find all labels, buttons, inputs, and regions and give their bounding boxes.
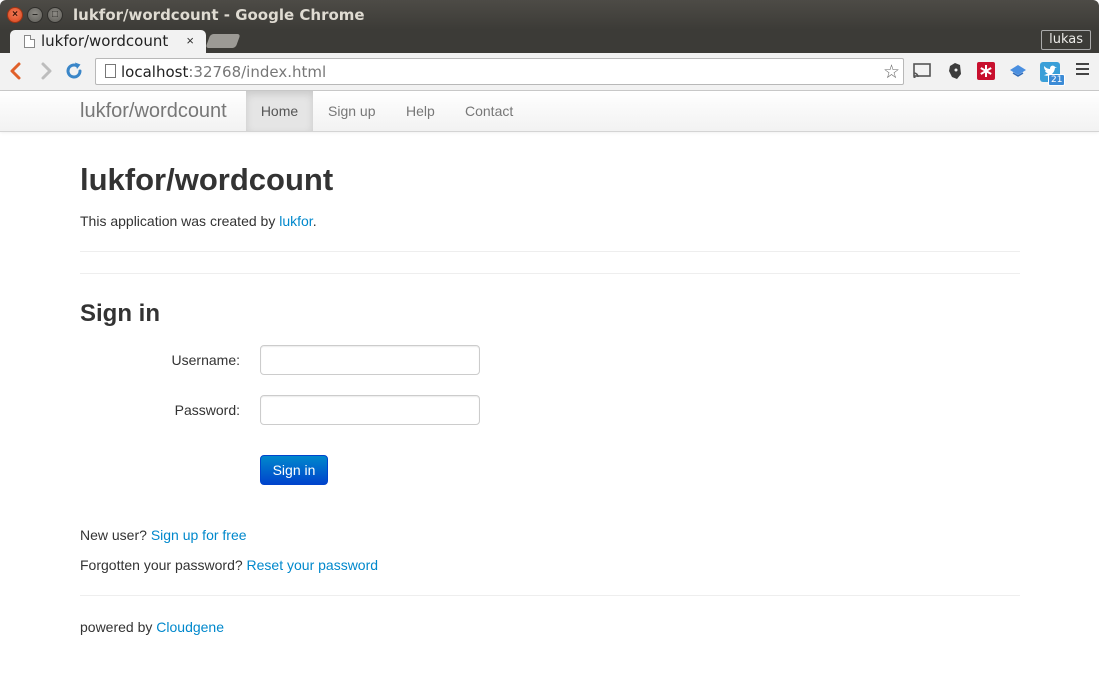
divider: [80, 595, 1020, 596]
url-host: localhost: [121, 63, 189, 81]
intro-text: This application was created by lukfor.: [80, 213, 317, 229]
forward-icon[interactable]: [36, 61, 56, 81]
username-input[interactable]: [260, 345, 480, 375]
back-icon[interactable]: [6, 61, 26, 81]
reload-icon[interactable]: [64, 61, 84, 81]
bookmark-icon[interactable]: [1009, 62, 1027, 80]
password-input[interactable]: [260, 395, 480, 425]
nav-sign-up[interactable]: Sign up: [328, 91, 375, 131]
new-user-text: New user?: [80, 527, 151, 543]
tab-strip: lukfor/wordcount × lukas: [0, 30, 1099, 53]
forgot-password-line: Forgotten your password? Reset your pass…: [80, 557, 378, 573]
twitter-badge: 21: [1048, 74, 1066, 86]
twitter-extension[interactable]: 21: [1040, 62, 1066, 86]
browser-tab[interactable]: lukfor/wordcount ×: [10, 30, 206, 53]
brand-link[interactable]: lukfor/wordcount: [80, 100, 227, 123]
intro-suffix: .: [312, 213, 317, 229]
nav-home[interactable]: Home: [246, 91, 313, 131]
site-navbar: lukfor/wordcount Home Sign up Help Conta…: [0, 91, 1099, 132]
intro-prefix: This application was created by: [80, 213, 280, 229]
close-icon: ×: [12, 9, 18, 20]
lastpass-icon[interactable]: [977, 62, 995, 80]
page-icon: [105, 64, 116, 78]
menu-icon[interactable]: [1076, 63, 1089, 78]
nav-help[interactable]: Help: [406, 91, 435, 131]
tab-title: lukfor/wordcount: [41, 32, 169, 50]
url-text[interactable]: localhost:32768/index.html: [121, 63, 326, 81]
maximize-icon: □: [51, 9, 59, 20]
address-bar[interactable]: localhost:32768/index.html ☆: [95, 58, 904, 85]
reset-password-link[interactable]: Reset your password: [247, 557, 379, 573]
sign-in-button[interactable]: Sign in: [260, 455, 328, 485]
window-maximize-button[interactable]: □: [47, 7, 63, 23]
minimize-icon: –: [32, 9, 38, 20]
evernote-icon[interactable]: [946, 62, 964, 80]
new-tab-button[interactable]: [205, 34, 241, 48]
url-path: :32768/index.html: [188, 63, 327, 81]
browser-toolbar: localhost:32768/index.html ☆ 21: [0, 53, 1099, 91]
window-close-button[interactable]: ×: [7, 7, 23, 23]
footer-text: powered by: [80, 619, 157, 635]
nav-contact[interactable]: Contact: [465, 91, 513, 131]
window-titlebar: × – □ lukfor/wordcount - Google Chrome: [0, 0, 1099, 30]
new-user-line: New user? Sign up for free: [80, 527, 247, 543]
divider: [80, 273, 1020, 274]
divider: [80, 251, 1020, 252]
signin-heading: Sign in: [80, 300, 160, 327]
username-label: Username:: [171, 352, 240, 368]
author-link[interactable]: lukfor: [279, 213, 312, 229]
forgot-password-text: Forgotten your password?: [80, 557, 247, 573]
password-label: Password:: [174, 402, 240, 418]
bookmark-star-icon[interactable]: ☆: [883, 61, 900, 84]
cast-icon[interactable]: [913, 62, 931, 80]
profile-button[interactable]: lukas: [1041, 30, 1091, 50]
sign-up-link[interactable]: Sign up for free: [151, 527, 247, 543]
tab-close-icon[interactable]: ×: [186, 33, 194, 48]
window-title: lukfor/wordcount - Google Chrome: [73, 6, 365, 24]
page-icon: [24, 35, 35, 48]
window-minimize-button[interactable]: –: [27, 7, 43, 23]
cloudgene-link[interactable]: Cloudgene: [156, 619, 224, 635]
page-title: lukfor/wordcount: [80, 162, 334, 197]
footer: powered by Cloudgene: [80, 619, 224, 635]
